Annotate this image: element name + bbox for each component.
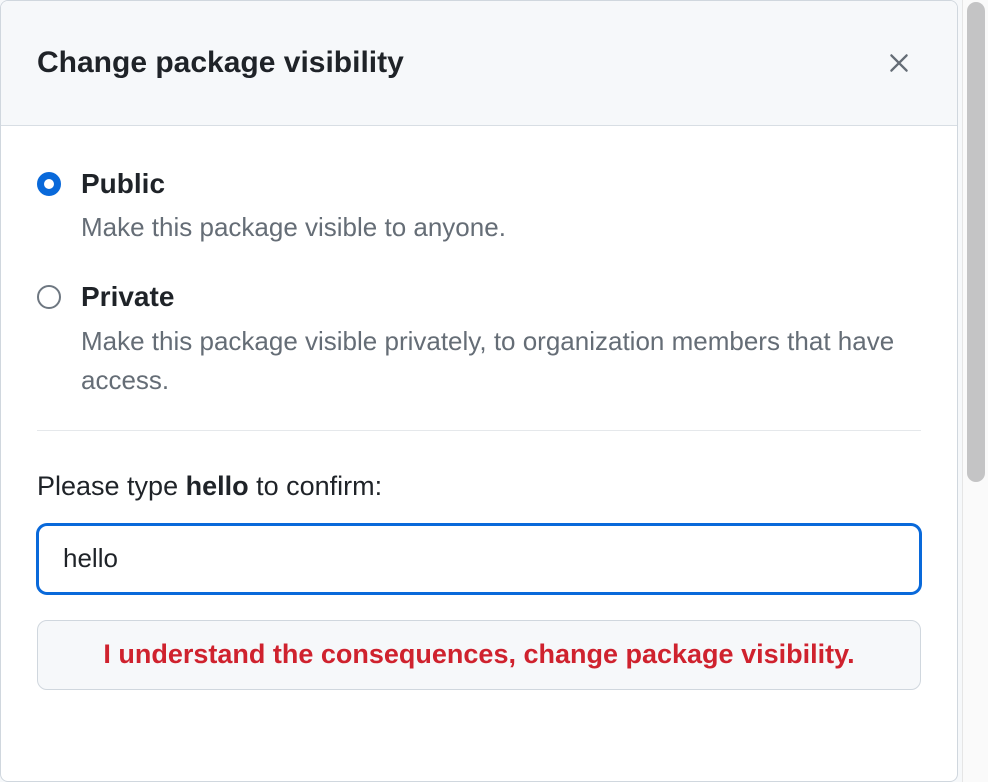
change-visibility-dialog: Change package visibility Public Make th… <box>0 0 958 782</box>
confirm-prompt: Please type hello to confirm: <box>37 471 921 502</box>
confirm-prompt-suffix: to confirm: <box>249 471 383 501</box>
confirm-prompt-prefix: Please type <box>37 471 186 501</box>
private-radio-input[interactable] <box>37 285 61 309</box>
confirm-input[interactable] <box>37 524 921 594</box>
dialog-header: Change package visibility <box>1 1 957 126</box>
visibility-option-public[interactable]: Public Make this package visible to anyo… <box>37 166 921 247</box>
dialog-body: Public Make this package visible to anyo… <box>1 126 957 720</box>
scrollbar-track[interactable] <box>962 0 988 782</box>
scrollbar-thumb[interactable] <box>967 2 985 482</box>
confirm-prompt-token: hello <box>186 471 249 501</box>
public-radio-input[interactable] <box>37 172 61 196</box>
confirm-button[interactable]: I understand the consequences, change pa… <box>37 620 921 690</box>
private-radio-label[interactable]: Private <box>81 279 901 315</box>
dialog-title: Change package visibility <box>37 46 404 80</box>
private-radio-description: Make this package visible privately, to … <box>81 322 901 400</box>
close-icon <box>886 50 912 76</box>
confirm-section: Please type hello to confirm: I understa… <box>37 471 921 690</box>
public-radio-text: Public Make this package visible to anyo… <box>81 166 506 247</box>
private-radio-text: Private Make this package visible privat… <box>81 279 901 399</box>
public-radio-description: Make this package visible to anyone. <box>81 208 506 247</box>
visibility-radio-group: Public Make this package visible to anyo… <box>37 166 921 431</box>
close-button[interactable] <box>877 41 921 85</box>
public-radio-label[interactable]: Public <box>81 166 506 202</box>
visibility-option-private[interactable]: Private Make this package visible privat… <box>37 279 921 399</box>
